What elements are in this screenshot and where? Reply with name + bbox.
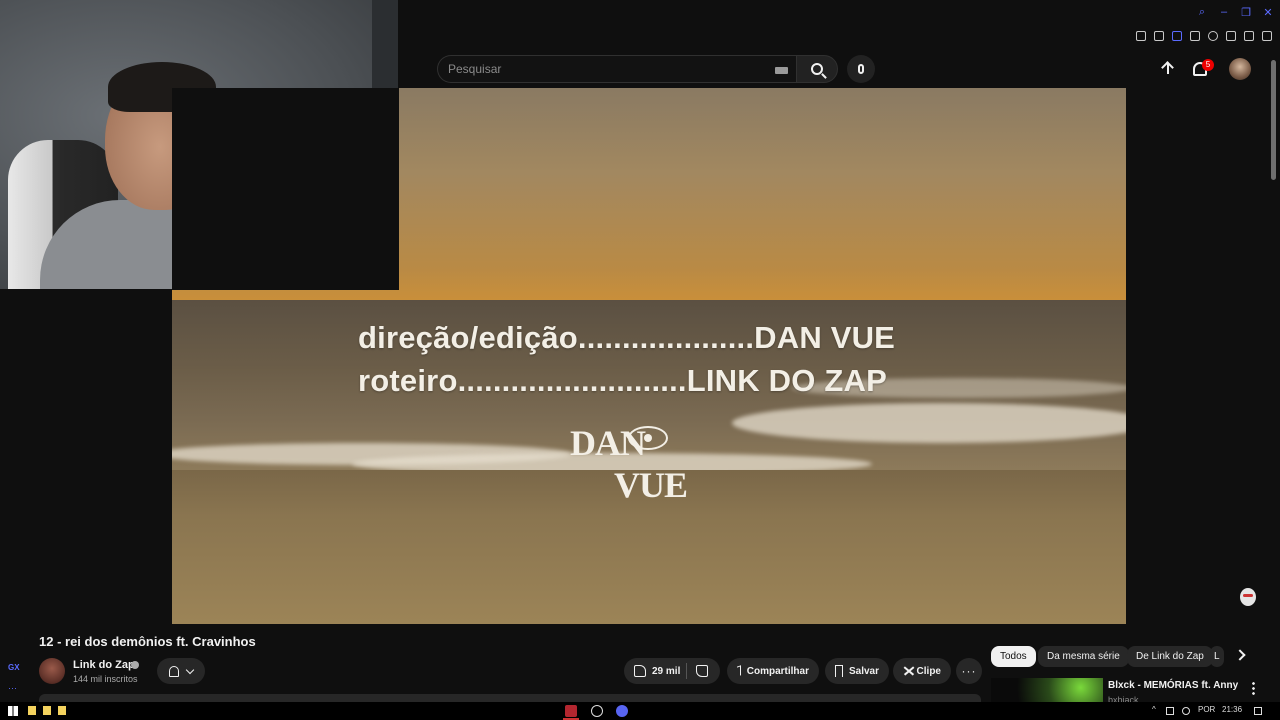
language-indicator[interactable]: POR xyxy=(1198,705,1215,714)
save-button[interactable]: Salvar xyxy=(825,658,889,684)
search-icon[interactable]: ⌕ xyxy=(1196,6,1208,18)
clip-button[interactable]: Clipe xyxy=(893,658,951,684)
screenshot-icon[interactable] xyxy=(1154,31,1164,41)
recommendation-title[interactable]: Blxck - MEMÓRIAS ft. Anny xyxy=(1108,680,1238,691)
video-credits: direção/edição....................DAN VU… xyxy=(358,316,895,402)
restore-icon[interactable]: ❐ xyxy=(1240,6,1252,19)
heart-icon[interactable] xyxy=(1208,31,1218,41)
bell-icon xyxy=(169,665,179,677)
close-icon[interactable]: ✕ xyxy=(1262,6,1274,19)
pin-icon[interactable] xyxy=(1136,31,1146,41)
like-button[interactable]: 29 mil xyxy=(624,658,720,684)
more-vert-icon[interactable] xyxy=(1252,681,1255,695)
network-icon[interactable] xyxy=(1166,707,1174,715)
discord-icon[interactable] xyxy=(616,705,628,717)
extensions-icon[interactable] xyxy=(1226,31,1236,41)
subscriber-count: 144 mil inscritos xyxy=(73,674,138,684)
extension-bar xyxy=(1136,31,1272,41)
credits-line-script: roteiro..........................LINK DO… xyxy=(358,363,887,398)
scrollbar[interactable] xyxy=(1271,60,1276,180)
clown-icon xyxy=(1240,588,1256,606)
eye-icon xyxy=(628,426,668,450)
app-icon[interactable] xyxy=(591,705,603,717)
video-player[interactable]: direção/edição....................DAN VU… xyxy=(172,88,1126,624)
channel-name[interactable]: Link do Zap xyxy=(73,659,135,671)
folder-icon[interactable] xyxy=(58,706,66,715)
tray-chevron-icon[interactable]: ^ xyxy=(1152,705,1156,714)
chevron-down-icon xyxy=(185,665,195,674)
chip-same-series[interactable]: Da mesma série xyxy=(1038,646,1129,667)
credits-line-direction: direção/edição....................DAN VU… xyxy=(358,320,896,355)
window-controls: ⌕ – ❐ ✕ xyxy=(1196,4,1274,20)
sidebar-more-icon[interactable]: ··· xyxy=(8,683,17,693)
bookmark-icon xyxy=(835,665,843,677)
menu-icon[interactable] xyxy=(1262,31,1272,41)
subscription-button[interactable] xyxy=(157,658,205,684)
minimize-icon[interactable]: – xyxy=(1218,6,1230,18)
video-title: 12 - rei dos demônios ft. Cravinhos xyxy=(39,634,256,649)
scissors-icon xyxy=(903,666,911,676)
recommendation-thumbnail[interactable] xyxy=(991,678,1103,702)
volume-icon[interactable] xyxy=(1182,707,1190,715)
share-label: Compartilhar xyxy=(746,665,809,677)
description-box[interactable] xyxy=(39,694,981,702)
chip-all[interactable]: Todos xyxy=(991,646,1036,667)
thumbs-up-icon xyxy=(634,665,646,677)
clip-label: Clipe xyxy=(916,665,941,677)
windows-start-icon[interactable] xyxy=(8,706,18,716)
folder-icon[interactable] xyxy=(43,706,51,715)
notification-badge: 5 xyxy=(1202,59,1214,71)
save-label: Salvar xyxy=(848,665,879,677)
thumbs-down-icon[interactable] xyxy=(696,665,709,677)
chevron-right-icon[interactable] xyxy=(1234,649,1246,661)
notification-center-icon[interactable] xyxy=(1254,707,1262,715)
search-icon xyxy=(811,63,823,75)
share-button[interactable]: Compartilhar xyxy=(727,658,819,684)
more-actions-button[interactable]: ··· xyxy=(956,658,982,684)
taskbar: ^ POR 21:36 xyxy=(0,702,1280,720)
search-box[interactable] xyxy=(437,55,796,83)
dan-vue-logo: DAN VUE xyxy=(570,423,688,505)
chip-truncated[interactable]: L xyxy=(1210,646,1224,667)
user-avatar[interactable] xyxy=(1229,58,1251,80)
play-icon[interactable] xyxy=(1190,31,1200,41)
voice-search-button[interactable] xyxy=(847,55,875,83)
mic-icon xyxy=(858,64,864,74)
gx-corner-label[interactable]: GX xyxy=(8,663,20,672)
opera-gx-icon[interactable] xyxy=(565,705,577,717)
channel-avatar[interactable] xyxy=(39,658,65,684)
account-icon[interactable] xyxy=(1244,31,1254,41)
shield-icon[interactable] xyxy=(1172,31,1182,41)
like-count: 29 mil xyxy=(652,665,681,677)
clock[interactable]: 21:36 xyxy=(1222,705,1242,714)
chip-from-channel[interactable]: De Link do Zap xyxy=(1127,646,1213,667)
verified-icon xyxy=(131,661,139,669)
folder-icon[interactable] xyxy=(28,706,36,715)
search-button[interactable] xyxy=(796,55,838,83)
search-input[interactable] xyxy=(448,62,748,76)
share-icon xyxy=(737,665,741,677)
keyboard-icon[interactable] xyxy=(775,67,788,74)
upload-icon[interactable] xyxy=(1160,61,1176,77)
like-divider xyxy=(686,663,687,679)
